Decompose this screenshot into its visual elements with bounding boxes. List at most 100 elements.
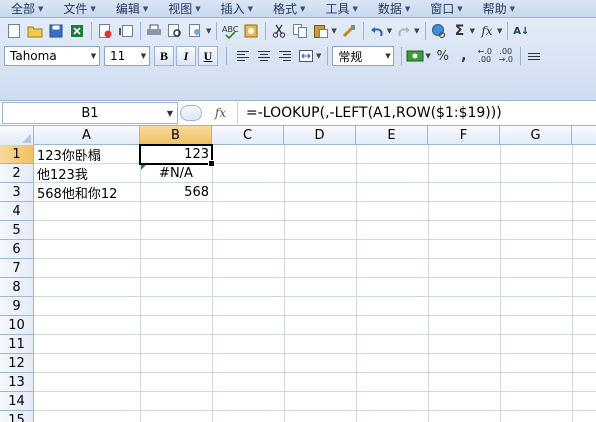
column-header-f[interactable]: F	[428, 126, 500, 145]
column-header-d[interactable]: D	[284, 126, 356, 145]
format-painter-button[interactable]	[339, 21, 359, 41]
sigma-icon: Σ	[454, 23, 465, 39]
decrease-decimal-button[interactable]: .00 →.0	[496, 46, 516, 66]
menu-tools[interactable]: 工具 ▼	[314, 0, 366, 18]
font-family-select[interactable]: Tahoma ▼	[4, 46, 100, 66]
chevron-down-icon[interactable]: ▼	[331, 27, 336, 35]
chevron-down-icon: ▼	[142, 4, 149, 13]
row-header-6[interactable]: 6	[0, 240, 34, 259]
redo-button[interactable]	[394, 21, 414, 41]
sort-ascending-button[interactable]: A↓	[511, 21, 531, 41]
formula-bar-splitter[interactable]	[178, 102, 204, 124]
menu-all[interactable]: 全部 ▼	[0, 0, 52, 18]
row-header-9[interactable]: 9	[0, 297, 34, 316]
font-size-select[interactable]: 11 ▼	[104, 46, 150, 66]
row-header-2[interactable]: 2	[0, 164, 34, 183]
chevron-down-icon[interactable]: ▼	[470, 27, 475, 35]
merge-center-button[interactable]	[296, 46, 316, 66]
menu-help[interactable]: 帮助 ▼	[472, 0, 524, 18]
percent-button[interactable]: %	[433, 46, 453, 66]
menu-view[interactable]: 视图 ▼	[157, 0, 209, 18]
row-header-label: 14	[8, 393, 25, 409]
row-header-label: 5	[12, 222, 21, 238]
hyperlink-button[interactable]	[429, 21, 449, 41]
print-preview-icon	[168, 24, 181, 37]
menu-edit[interactable]: 编辑 ▼	[105, 0, 157, 18]
menu-format[interactable]: 格式 ▼	[262, 0, 314, 18]
new-button[interactable]	[4, 21, 24, 41]
attach-button[interactable]	[116, 21, 136, 41]
italic-button[interactable]: I	[176, 46, 196, 66]
copy-button[interactable]	[290, 21, 310, 41]
row-header-11[interactable]: 11	[0, 335, 34, 354]
column-header-b[interactable]: B	[140, 126, 212, 145]
select-all-corner[interactable]	[0, 126, 34, 145]
error-indicator-icon[interactable]	[141, 165, 146, 170]
row-header-13[interactable]: 13	[0, 373, 34, 392]
chevron-down-icon[interactable]: ▼	[425, 52, 430, 60]
chevron-down-icon[interactable]: ▼	[497, 27, 502, 35]
row-header-label: 11	[8, 336, 25, 352]
cell-a2[interactable]: 他123我	[34, 164, 140, 183]
align-right-button[interactable]	[275, 46, 295, 66]
row-header-15[interactable]: 15	[0, 411, 34, 422]
menu-data[interactable]: 数据 ▼	[367, 0, 419, 18]
row-header-14[interactable]: 14	[0, 392, 34, 411]
column-header-label: G	[530, 128, 541, 143]
print-button[interactable]	[144, 21, 164, 41]
column-header-a[interactable]: A	[34, 126, 140, 145]
spell-check-button[interactable]: ABC	[220, 21, 240, 41]
cut-button[interactable]	[269, 21, 289, 41]
autosum-button[interactable]: Σ	[450, 21, 470, 41]
cell-a3[interactable]: 568他和你12	[34, 183, 140, 202]
column-header-g[interactable]: G	[500, 126, 572, 145]
paste-button[interactable]	[311, 21, 331, 41]
cell-b3[interactable]: 568	[140, 183, 212, 202]
chevron-down-icon[interactable]: ▼	[206, 27, 211, 35]
underline-button[interactable]: U	[198, 46, 218, 66]
save-button[interactable]	[46, 21, 66, 41]
open-button[interactable]	[25, 21, 45, 41]
insert-function-button[interactable]: fx	[477, 21, 497, 41]
undo-button[interactable]	[367, 21, 387, 41]
chevron-down-icon[interactable]: ▼	[414, 27, 419, 35]
insert-function-fx-button[interactable]: fx	[204, 102, 238, 124]
row-header-5[interactable]: 5	[0, 221, 34, 240]
row-header-7[interactable]: 7	[0, 259, 34, 278]
row-header-label: 10	[8, 317, 25, 333]
increase-decimal-button[interactable]: ←.0.00	[475, 46, 495, 66]
chevron-down-icon[interactable]: ▼	[316, 52, 321, 60]
print-preview-button[interactable]	[165, 21, 185, 41]
active-cell-selection[interactable]	[139, 144, 215, 167]
cell-a1[interactable]: 123你卧榻	[34, 145, 140, 164]
cell-b2[interactable]: #N/A	[140, 164, 212, 183]
row-header-1[interactable]: 1	[0, 145, 34, 164]
column-header-c[interactable]: C	[212, 126, 284, 145]
formula-input[interactable]: =-LOOKUP(,-LEFT(A1,ROW($1:$19)))	[238, 105, 502, 121]
menu-file[interactable]: 文件 ▼	[52, 0, 104, 18]
column-header-h-partial[interactable]	[572, 126, 596, 145]
align-left-button[interactable]	[233, 46, 253, 66]
comma-button[interactable]: ,	[454, 46, 474, 66]
research-book-button[interactable]	[241, 21, 261, 41]
research-button[interactable]	[186, 21, 206, 41]
export-button[interactable]	[67, 21, 87, 41]
number-format-select[interactable]: 常规 ▼	[332, 46, 395, 66]
name-box[interactable]: B1 ▼	[2, 102, 178, 124]
row-header-4[interactable]: 4	[0, 202, 34, 221]
row-header-3[interactable]: 3	[0, 183, 34, 202]
column-header-e[interactable]: E	[356, 126, 428, 145]
permission-button[interactable]	[95, 21, 115, 41]
currency-button[interactable]	[405, 46, 425, 66]
row-header-12[interactable]: 12	[0, 354, 34, 373]
menu-window[interactable]: 窗口 ▼	[419, 0, 471, 18]
indent-button[interactable]	[524, 46, 544, 66]
chevron-down-icon[interactable]: ▼	[387, 27, 392, 35]
redo-icon	[398, 27, 411, 37]
book-icon	[244, 24, 258, 38]
bold-button[interactable]: B	[154, 46, 174, 66]
align-center-button[interactable]	[254, 46, 274, 66]
menu-insert[interactable]: 插入 ▼	[210, 0, 262, 18]
row-header-10[interactable]: 10	[0, 316, 34, 335]
row-header-8[interactable]: 8	[0, 278, 34, 297]
